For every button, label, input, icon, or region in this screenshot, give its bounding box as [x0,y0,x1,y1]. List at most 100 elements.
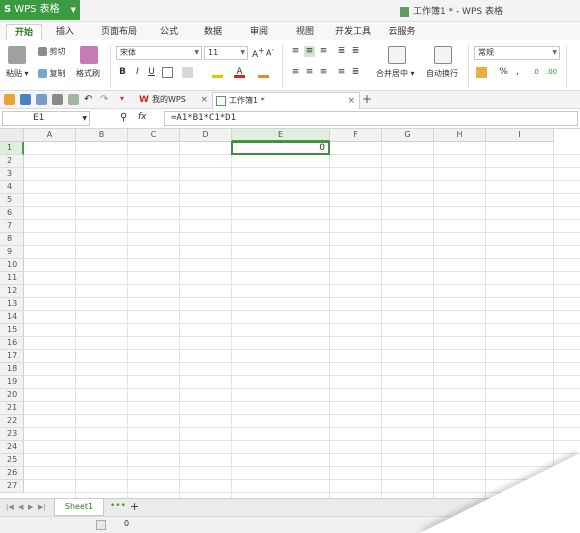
row-header-16[interactable]: 16 [0,337,24,350]
row-header-4[interactable]: 4 [0,181,24,194]
export-icon[interactable] [36,94,47,105]
font-size-select[interactable]: 11 ▼ [204,46,248,60]
font-name-select[interactable]: 宋体 ▼ [116,46,202,60]
merge-icon[interactable] [388,46,406,64]
last-sheet-icon[interactable]: ▶| [38,503,46,511]
row-header-10[interactable]: 10 [0,259,24,272]
spreadsheet-grid[interactable]: A B C D E F G H I 1 2 3 4 5 6 7 8 9 10 11 12 13 14 15 16 17 18 19 20… [0,129,580,498]
number-format-select[interactable]: 常规 ▼ [474,46,560,60]
row-header-23[interactable]: 23 [0,428,24,441]
align-middle-icon[interactable]: ≡ [304,46,315,57]
row-header-12[interactable]: 12 [0,285,24,298]
column-header-d[interactable]: D [180,129,232,142]
row-header-18[interactable]: 18 [0,363,24,376]
column-header-f[interactable]: F [330,129,382,142]
row-header-22[interactable]: 22 [0,415,24,428]
add-sheet-icon[interactable]: + [130,500,139,513]
border-icon[interactable] [162,67,173,78]
row-header-24[interactable]: 24 [0,441,24,454]
close-icon[interactable]: × [347,93,355,109]
tab-page-layout[interactable]: 页面布局 [94,24,144,40]
paste-icon[interactable] [8,46,26,64]
row-header-9[interactable]: 9 [0,246,24,259]
column-header-g[interactable]: G [382,129,434,142]
column-header-a[interactable]: A [24,129,76,142]
app-menu-button[interactable]: S WPS 表格 ▼ [0,0,80,20]
merge-center-button[interactable]: 合并居中 ▾ [376,68,415,79]
new-tab-icon[interactable]: + [362,93,373,105]
align-bottom-icon[interactable]: ≡ [318,46,329,57]
justify-icon[interactable]: ≡ [336,67,347,78]
align-top-icon[interactable]: ≡ [290,46,301,57]
wrap-icon[interactable] [434,46,452,64]
align-right-icon[interactable]: ≡ [318,67,329,78]
decrease-decimal-icon[interactable]: .00 [546,67,557,78]
function-button[interactable]: fx [138,112,147,122]
customize-icon[interactable]: ▾ [120,94,131,105]
tab-review[interactable]: 审阅 [244,24,274,40]
paste-button[interactable]: 粘贴 ▾ [6,68,29,79]
row-header-13[interactable]: 13 [0,298,24,311]
row-header-11[interactable]: 11 [0,272,24,285]
row-header-3[interactable]: 3 [0,168,24,181]
more-sheets-icon[interactable]: ••• [110,501,126,511]
select-all-corner[interactable] [0,129,24,142]
tab-developer[interactable]: 开发工具 [330,24,376,40]
next-sheet-icon[interactable]: ▶ [28,503,33,511]
outdent-icon[interactable]: ≣ [350,46,361,57]
tab-home[interactable]: 开始 [6,24,42,40]
align-center-icon[interactable]: ≡ [304,67,315,78]
formula-input[interactable]: =A1*B1*C1*D1 [164,111,578,126]
row-header-27[interactable]: 27 [0,480,24,493]
tab-formulas[interactable]: 公式 [154,24,184,40]
column-header-h[interactable]: H [434,129,486,142]
row-header-14[interactable]: 14 [0,311,24,324]
decrease-font-icon[interactable]: A- [266,46,274,58]
print-icon[interactable] [52,94,63,105]
row-header-25[interactable]: 25 [0,454,24,467]
font-color-icon[interactable]: A [234,67,245,78]
undo-icon[interactable]: ↶ [84,94,95,105]
redo-icon[interactable]: ↷ [100,94,111,105]
copy-button[interactable]: 复制 [38,68,66,79]
tab-view[interactable]: 视图 [290,24,320,40]
cut-button[interactable]: 剪切 [38,46,66,57]
row-header-19[interactable]: 19 [0,376,24,389]
wrap-text-button[interactable]: 自动换行 [426,68,458,79]
column-header-c[interactable]: C [128,129,180,142]
column-header-b[interactable]: B [76,129,128,142]
increase-decimal-icon[interactable]: .0 [530,67,541,78]
clear-format-icon[interactable] [258,67,269,78]
name-box[interactable]: E1 ▼ [2,111,90,126]
tab-insert[interactable]: 插入 [50,24,80,40]
percent-button[interactable]: % [498,67,509,78]
row-header-17[interactable]: 17 [0,350,24,363]
italic-button[interactable]: I [132,67,143,78]
tab-data[interactable]: 数据 [198,24,228,40]
increase-font-icon[interactable]: A+ [252,46,264,60]
row-header-15[interactable]: 15 [0,324,24,337]
column-header-i[interactable]: I [486,129,554,142]
align-left-icon[interactable]: ≡ [290,67,301,78]
fill-color-icon[interactable] [212,67,223,78]
indent-icon[interactable]: ≣ [336,46,347,57]
preview-icon[interactable] [68,94,79,105]
active-cell-e1[interactable]: 0 [231,141,330,155]
row-header-21[interactable]: 21 [0,402,24,415]
row-header-1[interactable]: 1 [0,142,24,155]
row-header-6[interactable]: 6 [0,207,24,220]
row-header-8[interactable]: 8 [0,233,24,246]
doc-tab-workbook[interactable]: 工作簿1 * × [212,92,360,109]
first-sheet-icon[interactable]: |◀ [6,503,14,511]
format-painter-icon[interactable] [80,46,98,64]
sheet-tab-sheet1[interactable]: Sheet1 [54,499,104,516]
comma-button[interactable]: , [512,67,523,78]
close-icon[interactable]: × [200,92,208,108]
row-header-26[interactable]: 26 [0,467,24,480]
currency-icon[interactable] [476,67,487,78]
row-header-20[interactable]: 20 [0,389,24,402]
tab-cloud[interactable]: 云服务 [384,24,420,40]
cell-style-icon[interactable] [182,67,193,78]
doc-tab-my-wps[interactable]: W 我的WPS × [136,92,212,109]
bold-button[interactable]: B [117,67,128,78]
